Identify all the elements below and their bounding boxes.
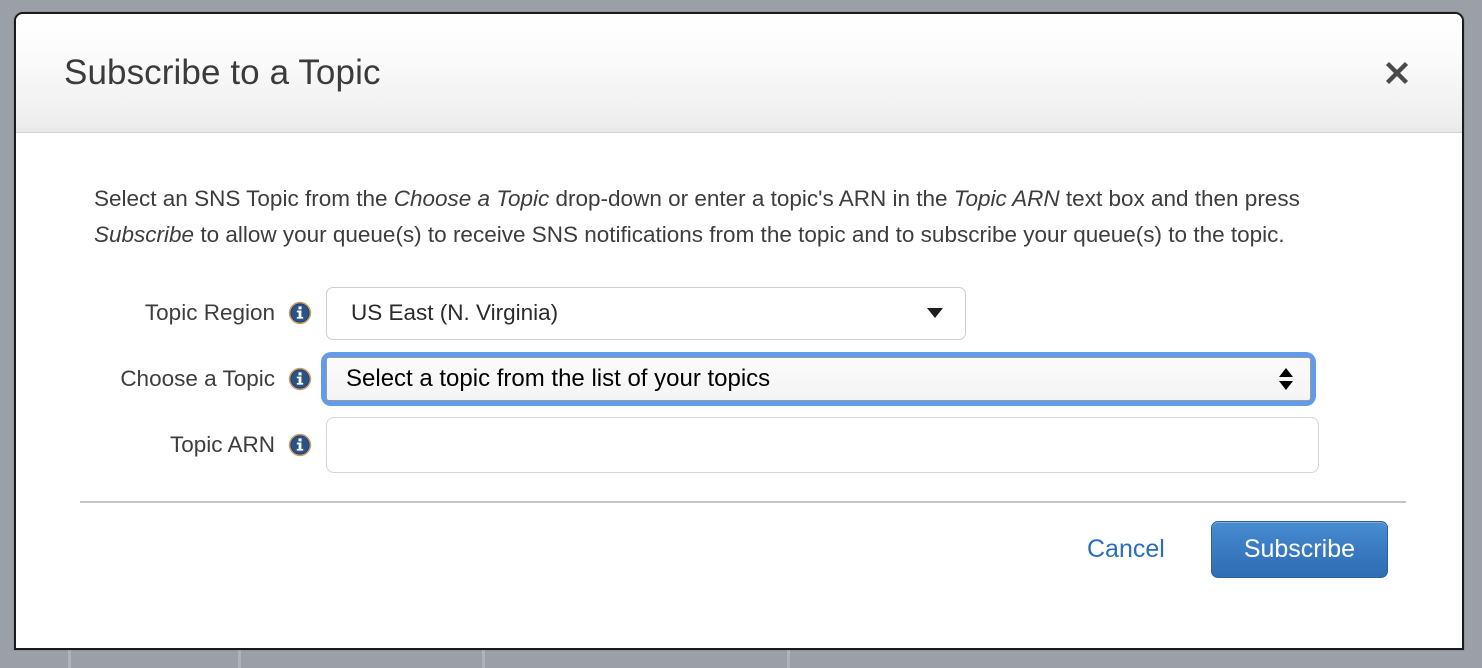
label-topic-arn: Topic ARN (169, 432, 275, 457)
form-row-topic-region: Topic Region US East (N. Virginia) (94, 280, 1462, 346)
form-row-choose-a-topic: Choose a Topic Select a topic from the l… (94, 346, 1462, 412)
intro-segment-4: to allow your queue(s) to receive SNS no… (194, 222, 1285, 247)
form-row-topic-arn: Topic ARN (94, 412, 1462, 478)
dialog-header: Subscribe to a Topic (16, 14, 1462, 133)
label-cell-choose-a-topic: Choose a Topic (94, 366, 326, 392)
label-topic-region: Topic Region (144, 300, 275, 325)
intro-emphasis-subscribe: Subscribe (94, 222, 195, 247)
subscribe-button[interactable]: Subscribe (1210, 521, 1388, 578)
choose-a-topic-select[interactable]: Select a topic from the list of your top… (326, 357, 1311, 401)
chevron-down-icon (927, 308, 943, 318)
dialog-footer: Cancel Subscribe (16, 503, 1462, 578)
control-cell-topic-arn (326, 417, 1462, 473)
close-button[interactable] (1377, 53, 1417, 93)
subscribe-to-topic-dialog: Subscribe to a Topic Select an SNS Topic… (14, 12, 1464, 650)
cancel-button[interactable]: Cancel (1077, 529, 1175, 570)
dialog-body: Select an SNS Topic from the Choose a To… (16, 133, 1462, 578)
intro-emphasis-choose-a-topic: Choose a Topic (393, 186, 550, 211)
topic-region-selected-value: US East (N. Virginia) (351, 300, 559, 325)
intro-segment-3: text box and then press (1059, 186, 1300, 211)
control-cell-topic-region: US East (N. Virginia) (326, 286, 1462, 340)
close-x-icon (1385, 61, 1409, 85)
subscription-form: Topic Region US East (N. Virginia) Choos… (16, 280, 1462, 478)
spinner-up-down-icon (1279, 368, 1293, 390)
background-column-divider (238, 650, 241, 668)
topic-region-select[interactable]: US East (N. Virginia) (326, 286, 966, 340)
label-cell-topic-region: Topic Region (94, 300, 326, 326)
background-table-row (0, 650, 1482, 668)
background-column-divider (68, 650, 71, 668)
info-icon[interactable] (288, 367, 312, 391)
page-title: Subscribe to a Topic (64, 53, 381, 92)
info-icon[interactable] (288, 433, 312, 457)
choose-a-topic-select-focus-ring: Select a topic from the list of your top… (326, 357, 1311, 401)
intro-segment-2: drop-down or enter a topic's ARN in the (549, 186, 954, 211)
intro-paragraph: Select an SNS Topic from the Choose a To… (16, 133, 1462, 253)
control-cell-choose-a-topic: Select a topic from the list of your top… (326, 357, 1462, 401)
background-column-divider (787, 650, 790, 668)
intro-segment-1: Select an SNS Topic from the (94, 186, 394, 211)
info-icon[interactable] (288, 301, 312, 325)
intro-emphasis-topic-arn: Topic ARN (953, 186, 1060, 211)
background-column-divider (482, 650, 485, 668)
label-cell-topic-arn: Topic ARN (94, 432, 326, 458)
topic-arn-input[interactable] (326, 417, 1319, 473)
choose-a-topic-selected-value: Select a topic from the list of your top… (346, 365, 771, 392)
label-choose-a-topic: Choose a Topic (120, 366, 275, 391)
